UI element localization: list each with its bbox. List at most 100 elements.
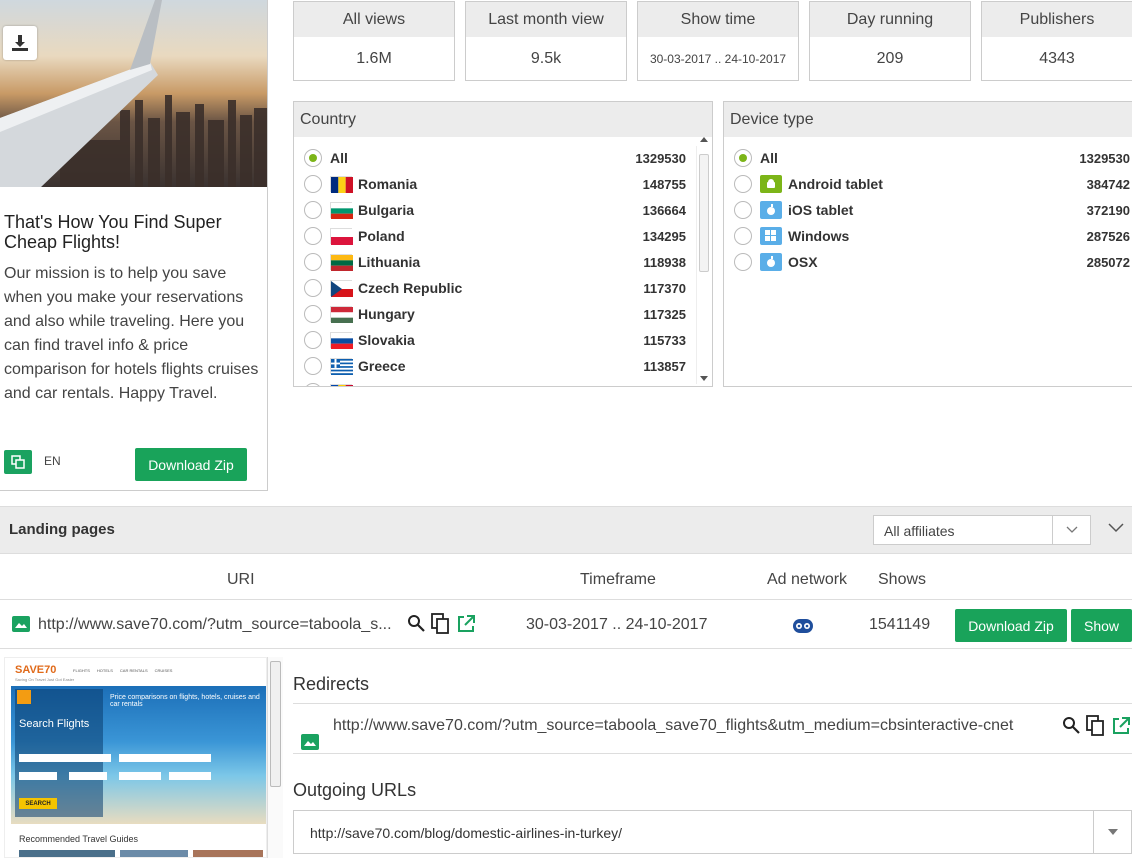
country-option[interactable]: Slovakia 115733 xyxy=(294,327,694,353)
outgoing-urls-select[interactable]: http://save70.com/blog/domestic-airlines… xyxy=(293,810,1132,854)
device-list: All 1329530 Android tablet 384742 iOS tablet… xyxy=(724,145,1132,386)
column-ad-network[interactable]: Ad network xyxy=(767,571,847,589)
country-label: Lithuania xyxy=(358,254,421,270)
preview-thumb xyxy=(120,850,188,857)
radio-button[interactable] xyxy=(304,253,322,271)
device-label: All xyxy=(760,150,778,166)
search-icon[interactable] xyxy=(407,614,425,637)
ad-download-zip-button[interactable]: Download Zip xyxy=(135,448,247,481)
country-label: Romania xyxy=(358,176,418,192)
stat-label: Last month view xyxy=(466,2,626,37)
country-option[interactable]: Romania 148755 xyxy=(294,171,694,197)
country-count: 113857 xyxy=(643,358,686,374)
download-zip-button[interactable]: Download Zip xyxy=(955,609,1067,642)
country-option[interactable]: Czech Republic 117370 xyxy=(294,275,694,301)
country-option[interactable]: All 1329530 xyxy=(294,145,694,171)
country-option[interactable]: Hungary 117325 xyxy=(294,301,694,327)
redirects-title: Redirects xyxy=(293,674,370,694)
radio-button[interactable] xyxy=(304,305,322,323)
radio-button[interactable] xyxy=(304,383,322,386)
country-option[interactable]: Lithuania 118938 xyxy=(294,249,694,275)
country-option[interactable]: Bulgaria 136664 xyxy=(294,197,694,223)
preview-input xyxy=(169,772,211,780)
chevron-down-icon xyxy=(1052,516,1090,544)
device-count: 285072 xyxy=(1086,254,1130,270)
stat-label: Day running xyxy=(810,2,970,37)
device-option[interactable]: iOS tablet 372190 xyxy=(724,197,1132,223)
copy-icon[interactable] xyxy=(431,613,451,640)
preview-input xyxy=(19,754,111,762)
preview-input xyxy=(19,772,57,780)
divider xyxy=(0,599,1132,600)
panel-title: Country xyxy=(294,102,712,137)
download-icon[interactable] xyxy=(3,26,37,60)
device-option[interactable]: OSX 285072 xyxy=(724,249,1132,275)
radio-button[interactable] xyxy=(734,227,752,245)
column-uri[interactable]: URI xyxy=(227,571,255,589)
redirect-url[interactable]: http://www.save70.com/?utm_source=tabool… xyxy=(333,717,1013,735)
device-option[interactable]: Windows 287526 xyxy=(724,223,1132,249)
radio-button[interactable] xyxy=(734,149,752,167)
radio-button[interactable] xyxy=(304,201,322,219)
radio-button[interactable] xyxy=(304,331,322,349)
language-label: EN xyxy=(44,454,61,468)
radio-button[interactable] xyxy=(304,149,322,167)
preview-input xyxy=(69,772,107,780)
device-option[interactable]: Android tablet 384742 xyxy=(724,171,1132,197)
affiliates-select-value: All affiliates xyxy=(884,523,955,539)
radio-button[interactable] xyxy=(734,175,752,193)
radio-button[interactable] xyxy=(734,253,752,271)
country-label: Bulgaria xyxy=(358,202,415,218)
affiliates-select[interactable]: All affiliates xyxy=(873,515,1091,545)
radio-button[interactable] xyxy=(304,175,322,193)
external-link-icon[interactable] xyxy=(1111,716,1131,741)
device-label: OSX xyxy=(788,254,818,270)
radio-button[interactable] xyxy=(304,227,322,245)
search-icon[interactable] xyxy=(1062,716,1080,739)
country-count: 100583 xyxy=(643,385,686,387)
stat-day-running: Day running 209 xyxy=(809,1,971,81)
country-count: 117370 xyxy=(643,280,686,296)
device-label: Android tablet xyxy=(788,176,883,192)
ad-description: Our mission is to help you save when you… xyxy=(4,265,259,402)
preview-guides-title: Recommended Travel Guides xyxy=(19,834,139,844)
country-option[interactable]: Mold 100583 xyxy=(294,379,694,386)
country-option[interactable]: Poland 134295 xyxy=(294,223,694,249)
landing-uri[interactable]: http://www.save70.com/?utm_source=tabool… xyxy=(38,616,392,634)
radio-button[interactable] xyxy=(734,201,752,219)
country-count: 136664 xyxy=(642,202,686,218)
device-label: Windows xyxy=(788,228,850,244)
landing-page-preview[interactable]: SAVE70 Saving On Travel Just Got Easier … xyxy=(4,657,267,858)
country-count: 1329530 xyxy=(635,150,686,166)
flag-icon xyxy=(330,254,353,271)
stat-value: 209 xyxy=(876,49,904,67)
plane-icon xyxy=(17,690,31,704)
country-list: All 1329530 Romania 148755 Bulgaria 136664 Pol… xyxy=(294,145,694,386)
radio-button[interactable] xyxy=(304,279,322,297)
ad-network-icon xyxy=(792,617,814,640)
scrollbar[interactable] xyxy=(696,137,710,384)
collapse-chevron-icon[interactable] xyxy=(1108,520,1124,538)
device-option[interactable]: All 1329530 xyxy=(724,145,1132,171)
ad-preview-card: That's How You Find Super Cheap Flights!… xyxy=(0,0,268,491)
country-count: 115733 xyxy=(643,332,686,348)
country-count: 148755 xyxy=(642,176,686,192)
flag-icon xyxy=(330,384,353,386)
show-button[interactable]: Show xyxy=(1071,609,1132,642)
external-link-icon[interactable] xyxy=(456,614,476,639)
country-label: All xyxy=(330,150,348,166)
preview-scrollbar[interactable] xyxy=(267,657,283,858)
copy-icon[interactable] xyxy=(4,450,32,474)
copy-icon[interactable] xyxy=(1086,715,1106,742)
stat-last-month-view: Last month view 9.5k xyxy=(465,1,627,81)
country-label: Poland xyxy=(358,228,405,244)
country-option[interactable]: Greece 113857 xyxy=(294,353,694,379)
image-icon xyxy=(301,734,319,750)
stat-label: Show time xyxy=(638,2,798,37)
preview-input xyxy=(119,772,161,780)
column-timeframe[interactable]: Timeframe xyxy=(580,571,656,589)
column-shows[interactable]: Shows xyxy=(878,571,926,589)
preview-nav: FLIGHTS HOTELS CAR RENTALS CRUISES xyxy=(73,668,172,673)
device-label: iOS tablet xyxy=(788,202,854,218)
radio-button[interactable] xyxy=(304,357,322,375)
